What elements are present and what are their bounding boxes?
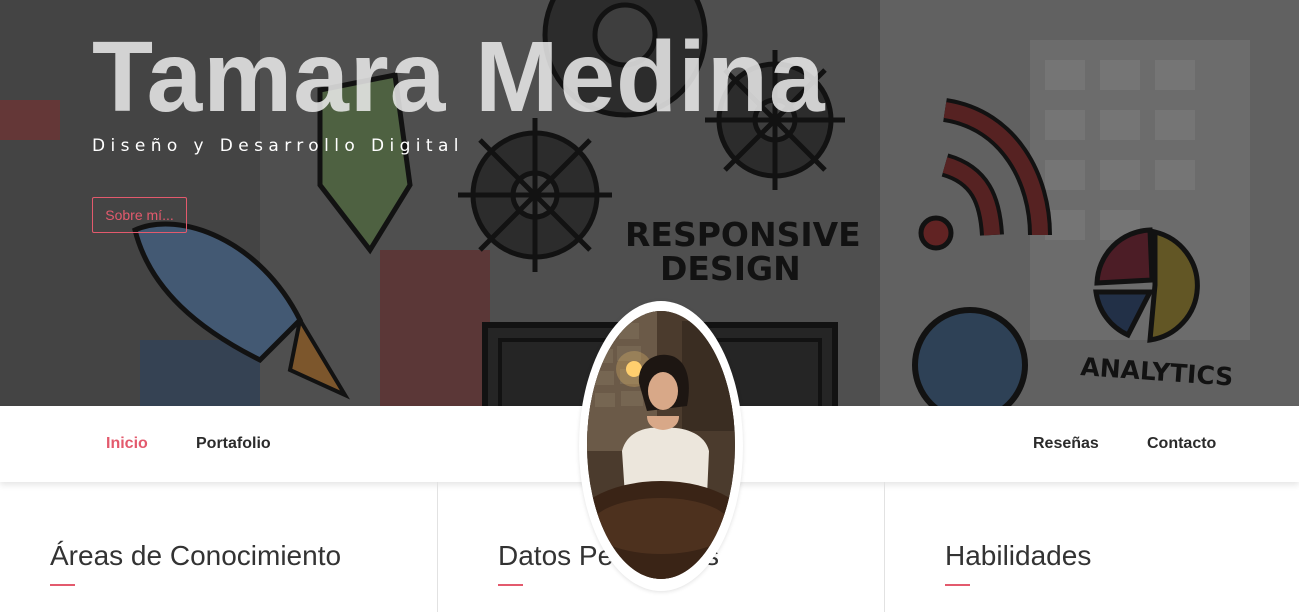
profile-photo [587, 311, 735, 579]
about-me-button[interactable]: Sobre mí... [92, 197, 187, 233]
nav-link-inicio[interactable]: Inicio [106, 406, 148, 482]
column-divider [884, 482, 885, 612]
nav-link-resenas[interactable]: Reseñas [1033, 406, 1099, 482]
nav-link-portafolio[interactable]: Portafolio [196, 406, 271, 482]
column-divider [437, 482, 438, 612]
section-title-areas: Áreas de Conocimiento [50, 540, 342, 571]
section-title-habilidades: Habilidades [945, 540, 1092, 571]
hero-title: Tamara Medina [92, 21, 826, 133]
section-underline [498, 584, 523, 586]
hero-subtitle: Diseño y Desarrollo Digital [92, 136, 464, 156]
profile-avatar [579, 301, 743, 591]
section-underline [945, 584, 970, 586]
section-underline [50, 584, 75, 586]
nav-link-contacto[interactable]: Contacto [1147, 406, 1216, 482]
